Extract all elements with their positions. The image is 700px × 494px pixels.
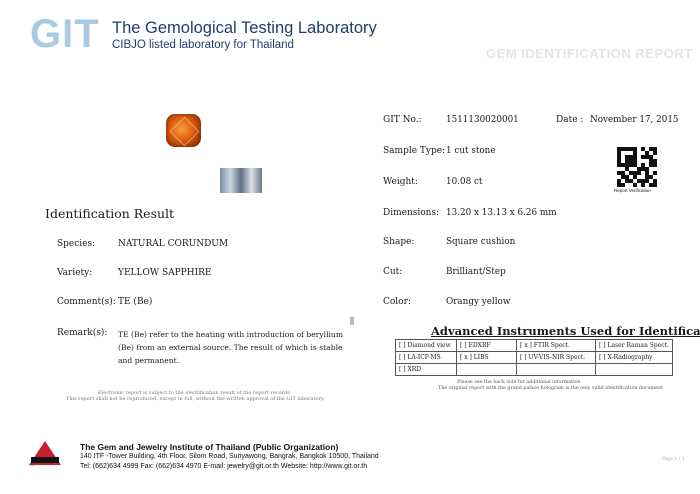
table-cell: [ x ] LIBS: [456, 351, 517, 364]
institute-address: 140 ITF -Tower Building, 4th Floor, Silo…: [80, 453, 379, 460]
institute-logo-text: GIT: [30, 463, 36, 467]
shape-value: Square cushion: [446, 237, 516, 247]
weight-label: Weight:: [383, 177, 418, 187]
table-cell: [456, 363, 517, 376]
variety-label: Variety:: [57, 268, 93, 278]
qr-caption: Report Verification: [614, 188, 651, 193]
comments-label: Comment(s):: [57, 297, 116, 307]
remarks-label: Remark(s):: [57, 328, 108, 338]
table-cell: [516, 363, 596, 376]
date-label: Date :: [556, 115, 584, 125]
table-cell: [ ] LA-ICP-MS: [395, 351, 457, 364]
instruments-title: Advanced Instruments Used for Identifica…: [431, 324, 700, 338]
git-no-label: GIT No.:: [383, 115, 422, 125]
remarks-value: TE (Be) refer to the heating with introd…: [118, 330, 344, 365]
color-value: Orangy yellow: [446, 297, 511, 307]
lab-title: The Gemological Testing Laboratory: [112, 19, 377, 37]
sample-type-label: Sample Type:: [383, 146, 446, 156]
variety-value: YELLOW SAPPHIRE: [118, 268, 212, 278]
weight-value: 10.08 ct: [446, 177, 483, 187]
table-cell: [ ] Laser Raman Spect.: [595, 339, 673, 352]
institute-name: The Gem and Jewelry Institute of Thailan…: [80, 442, 339, 452]
table-row: [ ] LA-ICP-MS [ x ] LIBS [ ] UV-VIS-NIR …: [395, 351, 673, 364]
table-cell: [ ] Diamond view: [395, 339, 457, 352]
table-cell: [ ] UV-VIS-NIR Spect.: [516, 351, 596, 364]
instruments-note-1: Please see the back side for additional …: [457, 380, 581, 385]
comments-value: TE (Be): [118, 297, 153, 307]
table-cell: [ ] EDXRF: [456, 339, 517, 352]
table-cell: [595, 363, 673, 376]
dimensions-label: Dimensions:: [383, 208, 440, 218]
table-row: [ ] Diamond view [ ] EDXRF [ x ] FTIR Sp…: [395, 339, 673, 352]
dimensions-value: 13.20 x 13.13 x 6.26 mm: [446, 208, 557, 218]
page-number: Page 1 / 1: [662, 457, 685, 462]
report-verification-qr-code[interactable]: [617, 147, 657, 187]
disclaimer-line-2: This report shall not be reproduced, exc…: [66, 396, 325, 402]
date-value: November 17, 2015: [590, 115, 679, 125]
table-row: [ ] XRD: [395, 363, 673, 376]
lab-subtitle: CIBJO listed laboratory for Thailand: [112, 39, 294, 51]
species-value: NATURAL CORUNDUM: [118, 239, 229, 249]
qr-module: [653, 183, 657, 187]
cut-value: Brilliant/Step: [446, 267, 506, 277]
shape-label: Shape:: [383, 237, 415, 247]
instruments-note-2: The original report with the grand palac…: [438, 386, 664, 391]
cut-label: Cut:: [383, 267, 403, 277]
color-label: Color:: [383, 297, 411, 307]
report-watermark: GEM IDENTIFICATION REPORT: [486, 46, 693, 61]
institute-contact: Tel: (662)634 4999 Fax: (662)634 4970 E-…: [80, 463, 368, 470]
signature-mark: [350, 317, 354, 325]
sample-type-value: 1 cut stone: [446, 146, 496, 156]
git-no-value: 1511130020001: [446, 115, 519, 125]
table-cell: [ ] X-Radiography: [595, 351, 673, 364]
species-label: Species:: [57, 239, 96, 249]
instruments-table: [ ] Diamond view [ ] EDXRF [ x ] FTIR Sp…: [395, 339, 673, 376]
git-logo: GIT: [30, 12, 100, 56]
grand-palace-hologram: [220, 168, 262, 193]
table-cell: [ ] XRD: [395, 363, 457, 376]
identification-heading: Identification Result: [45, 206, 175, 221]
table-cell: [ x ] FTIR Spect.: [516, 339, 596, 352]
